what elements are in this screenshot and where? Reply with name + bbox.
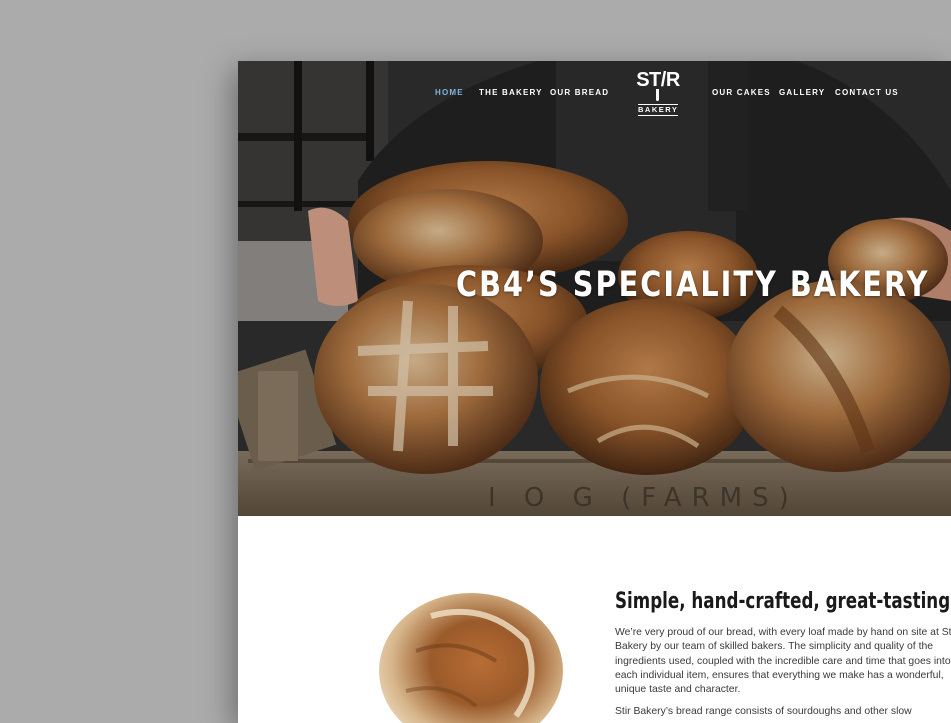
hero-title: CB4’S SPECIALITY BAKERY xyxy=(456,265,930,305)
intro-section: Simple, hand-crafted, great-tasting brea… xyxy=(238,516,951,723)
nav-our-bread[interactable]: OUR BREAD xyxy=(550,88,609,97)
hero-banner: I O G (FARMS) HOME THE BAKERY OUR BREAD … xyxy=(238,61,951,516)
nav-gallery[interactable]: GALLERY xyxy=(779,88,825,97)
spoon-icon xyxy=(656,89,659,101)
sourdough-loaf-image xyxy=(379,593,563,723)
nav-our-cakes[interactable]: OUR CAKES xyxy=(712,88,771,97)
nav-contact-us[interactable]: CONTACT US xyxy=(835,88,899,97)
stir-bakery-logo[interactable]: ST/R BAKERY xyxy=(636,69,680,121)
intro-paragraph-2: Stir Bakery’s bread range consists of so… xyxy=(615,706,912,717)
nav-home[interactable]: HOME xyxy=(435,88,464,97)
logo-subtitle: BAKERY xyxy=(638,104,679,116)
nav-the-bakery[interactable]: THE BAKERY xyxy=(479,88,543,97)
section-heading: Simple, hand-crafted, great-tasting brea… xyxy=(615,589,951,614)
logo-wordmark: ST/R xyxy=(636,69,680,91)
website-page: I O G (FARMS) HOME THE BAKERY OUR BREAD … xyxy=(238,61,951,723)
intro-paragraph: We’re very proud of our bread, with ever… xyxy=(615,627,951,696)
main-navigation: HOME THE BAKERY OUR BREAD OUR CAKES GALL… xyxy=(238,88,951,100)
